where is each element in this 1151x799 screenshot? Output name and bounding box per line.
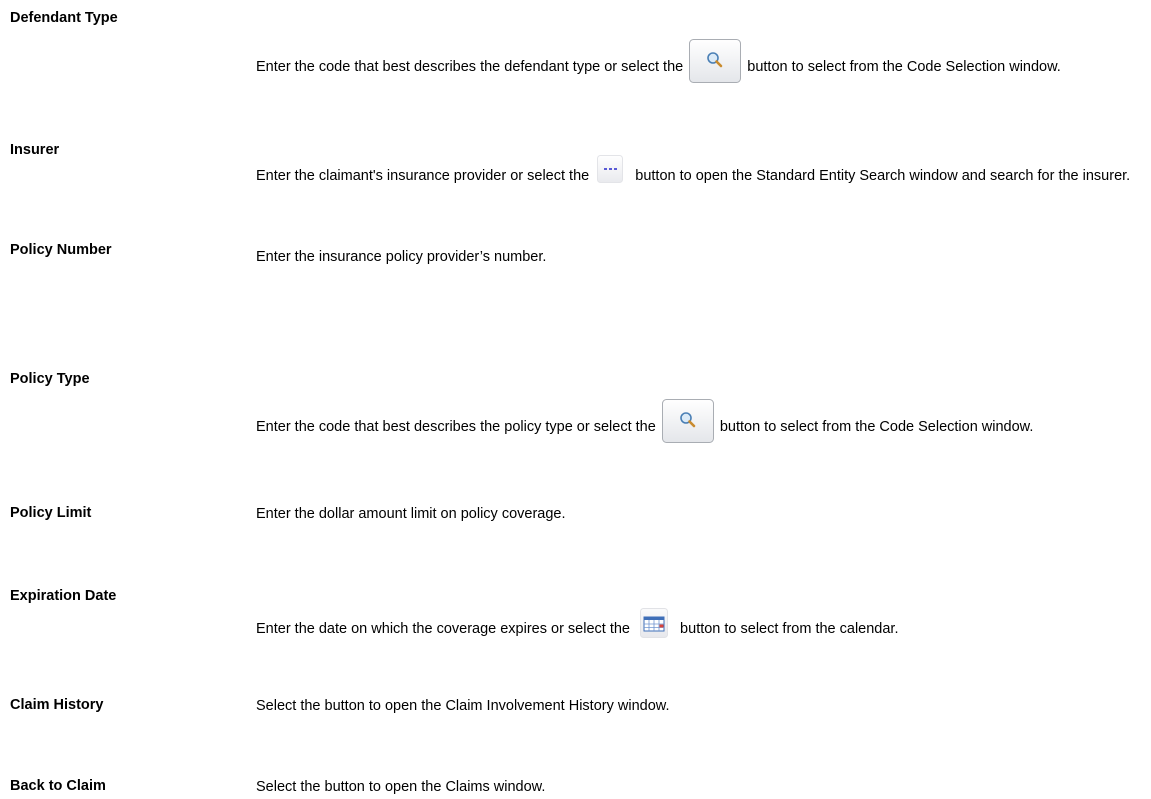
term-back-to-claim: Back to Claim — [10, 778, 106, 794]
description-insurer: Enter the claimant's insurance provider … — [256, 155, 1146, 190]
description-text: Enter the code that best describes the p… — [256, 418, 660, 435]
search-button-icon — [661, 399, 714, 443]
search-button-icon — [689, 39, 742, 83]
term-policy-type: Policy Type — [10, 371, 90, 387]
calendar-button-icon — [640, 608, 669, 638]
description-text: button to select from the calendar. — [676, 620, 899, 637]
description-policy-number: Enter the insurance policy provider’s nu… — [256, 249, 547, 265]
description-back-to-claim: Select the button to open the Claims win… — [256, 779, 546, 795]
description-policy-type: Enter the code that best describes the p… — [256, 399, 1146, 449]
description-claim-history: Select the button to open the Claim Invo… — [256, 698, 670, 714]
term-policy-number: Policy Number — [10, 242, 112, 258]
term-claim-history: Claim History — [10, 697, 104, 713]
description-text: button to select from the Code Selection… — [715, 418, 1034, 435]
description-text: button to select from the Code Selection… — [743, 58, 1061, 75]
ellipsis-button-icon — [597, 155, 624, 183]
term-policy-limit: Policy Limit — [10, 505, 92, 521]
description-defendant-type: Enter the code that best describes the d… — [256, 39, 1146, 89]
description-text: button to open the Standard Entity Searc… — [631, 167, 1131, 184]
description-text: Enter the code that best describes the d… — [256, 58, 688, 75]
description-text: Enter the claimant's insurance provider … — [256, 167, 594, 184]
term-expiration-date: Expiration Date — [10, 588, 117, 604]
term-defendant-type: Defendant Type — [10, 10, 118, 26]
term-insurer: Insurer — [10, 142, 60, 158]
description-expiration-date: Enter the date on which the coverage exp… — [256, 608, 1146, 644]
description-policy-limit: Enter the dollar amount limit on policy … — [256, 506, 566, 522]
description-text: Enter the date on which the coverage exp… — [256, 620, 635, 637]
